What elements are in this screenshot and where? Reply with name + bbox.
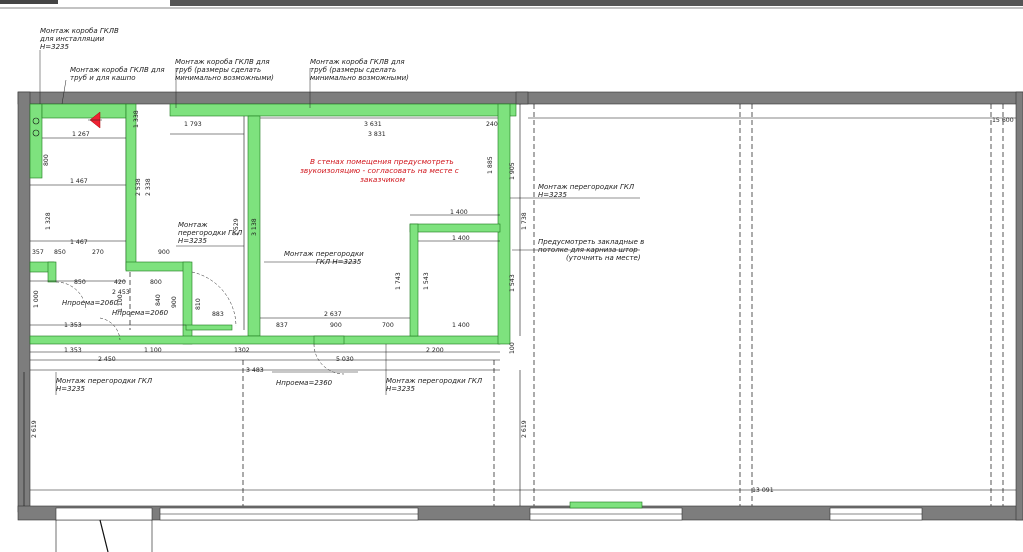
dimension-label: 900 xyxy=(171,296,178,308)
dimension-label: 3 483 xyxy=(246,367,264,374)
annotation-opening-2060-a: Hпроема=2060 xyxy=(62,299,119,307)
dimension-label: 1 885 xyxy=(487,156,494,174)
annotation-opening-2360: Hпроема=2360 xyxy=(276,379,333,387)
annotation-partition-center-line1: Монтаж перегородки xyxy=(284,250,364,258)
annotation-box-pipes-b-line1: Монтаж короба ГКЛВ для xyxy=(310,58,405,66)
dimension-label: 2 200 xyxy=(426,347,444,354)
annotation-box-install-line1: Монтаж короба ГКЛВ xyxy=(40,27,119,35)
annotation-box-pipes-a-line2: труб (размеры сделать xyxy=(175,66,261,74)
dimension-label: 883 xyxy=(212,311,224,318)
soundproofing-note-line2: звукоизоляцию - согласовать на месте с xyxy=(300,166,459,175)
dimension-label: 2 637 xyxy=(324,311,342,318)
annotation-box-pipes-a-line1: Монтаж короба ГКЛВ для xyxy=(175,58,270,66)
dimension-label: 1 738 xyxy=(521,212,528,230)
top-strip xyxy=(0,0,1023,9)
soundproofing-note-line1: В стенах помещения предусмотреть xyxy=(310,157,454,166)
annotation-partition-right-line1: Монтаж перегородки ГКЛ xyxy=(538,183,635,191)
annotation-partition-mid-line1: Монтаж xyxy=(178,221,208,229)
gkl-partitions xyxy=(29,103,517,345)
dimension-label: 1 328 xyxy=(45,212,52,230)
dimension-label: 1 400 xyxy=(450,209,468,216)
dimension-label: 1 338 xyxy=(133,110,140,128)
exterior-walls xyxy=(17,91,1023,521)
dimension-label: 1 543 xyxy=(423,272,430,290)
soundproofing-note-line3: заказчиком xyxy=(360,175,406,184)
annotation-box-pipes-b-line3: минимально возможными) xyxy=(310,74,409,82)
annotation-partition-bottom-left-line1: Монтаж перегородки ГКЛ xyxy=(56,377,153,385)
dimension-label: 1 743 xyxy=(395,272,402,290)
dimension-label: 240 xyxy=(486,121,498,128)
annotation-partition-right-line2: H=3235 xyxy=(538,191,567,199)
dimension-label: 2 450 xyxy=(98,356,116,363)
dimension-label: 1 100 xyxy=(117,294,124,312)
dimension-label: 270 xyxy=(92,249,104,256)
dimension-label: 3 831 xyxy=(368,131,386,138)
annotation-cornice-line3: (уточнить на месте) xyxy=(566,254,641,262)
annotation-cornice-line1: Предусмотреть закладные в xyxy=(538,238,644,246)
dimension-label: 810 xyxy=(195,298,202,310)
dimension-label: 840 xyxy=(155,294,162,306)
dimension-label: 1 267 xyxy=(72,131,90,138)
dimension-label: 100 xyxy=(509,342,516,354)
dimension-label: 1 793 xyxy=(184,121,202,128)
annotation-box-drain-line2: труб и для кашпо xyxy=(70,74,136,82)
dimension-label: 800 xyxy=(43,154,50,166)
annotation-partition-bottom-mid-line2: H=3235 xyxy=(386,385,415,393)
dimension-label: 837 xyxy=(276,322,288,329)
dimension-label: 850 xyxy=(74,279,86,286)
dimension-label: 2 338 xyxy=(145,178,152,196)
dimension-label: 1 400 xyxy=(452,322,470,329)
dimension-label: 420 xyxy=(114,279,126,286)
dimension-label: 2 538 xyxy=(135,178,142,196)
entrance-door xyxy=(55,507,153,552)
dimension-label: 1302 xyxy=(234,347,250,354)
dimension-label: 3 138 xyxy=(251,218,258,236)
dimension-label: 1 467 xyxy=(70,239,88,246)
dimension-label: 1 100 xyxy=(144,347,162,354)
column-lines xyxy=(129,104,1004,506)
dimension-label: 700 xyxy=(382,322,394,329)
annotation-cornice-line2: потолке для карниза штор xyxy=(538,246,638,254)
annotation-partition-bottom-left-line2: H=3235 xyxy=(56,385,85,393)
annotation-partition-bottom-mid-line1: Монтаж перегородки ГКЛ xyxy=(386,377,483,385)
dimension-label: 13 091 xyxy=(752,487,774,494)
dimension-label: 2 619 xyxy=(31,420,38,438)
dimension-label: 1 353 xyxy=(64,347,82,354)
dimension-label: 850 xyxy=(54,249,66,256)
annotation-partition-center-line2: ГКЛ H=3235 xyxy=(316,258,362,266)
dimension-label: 900 xyxy=(330,322,342,329)
dimension-label: 3 631 xyxy=(364,121,382,128)
dimension-label: 1 467 xyxy=(70,178,88,185)
dimension-label: 800 xyxy=(150,279,162,286)
annotation-box-drain-line1: Монтаж короба ГКЛВ для xyxy=(70,66,165,74)
dimension-label: 2 619 xyxy=(521,420,528,438)
dimension-label: 5 030 xyxy=(336,356,354,363)
dimension-label: 15 600 xyxy=(992,117,1014,124)
dimension-label: 357 xyxy=(32,249,44,256)
dimension-label: 1 353 xyxy=(64,322,82,329)
dimension-label: 1 000 xyxy=(33,290,40,308)
annotation-partition-mid-line3: H=3235 xyxy=(178,237,207,245)
annotation-box-install-line3: H=3235 xyxy=(40,43,69,51)
annotation-box-pipes-b-line2: труб (размеры сделать xyxy=(310,66,396,74)
dimension-label: 1 543 xyxy=(509,274,516,292)
dimension-label: 1 529 xyxy=(233,218,240,236)
dimension-label: 1 905 xyxy=(509,162,516,180)
dimension-label: 1 400 xyxy=(452,235,470,242)
dimension-label: 900 xyxy=(158,249,170,256)
floor-plan: Монтаж короба ГКЛВ для инсталляции H=323… xyxy=(0,0,1023,552)
annotation-box-install-line2: для инсталляции xyxy=(39,35,105,43)
annotation-box-pipes-a-line3: минимально возможными) xyxy=(175,74,274,82)
